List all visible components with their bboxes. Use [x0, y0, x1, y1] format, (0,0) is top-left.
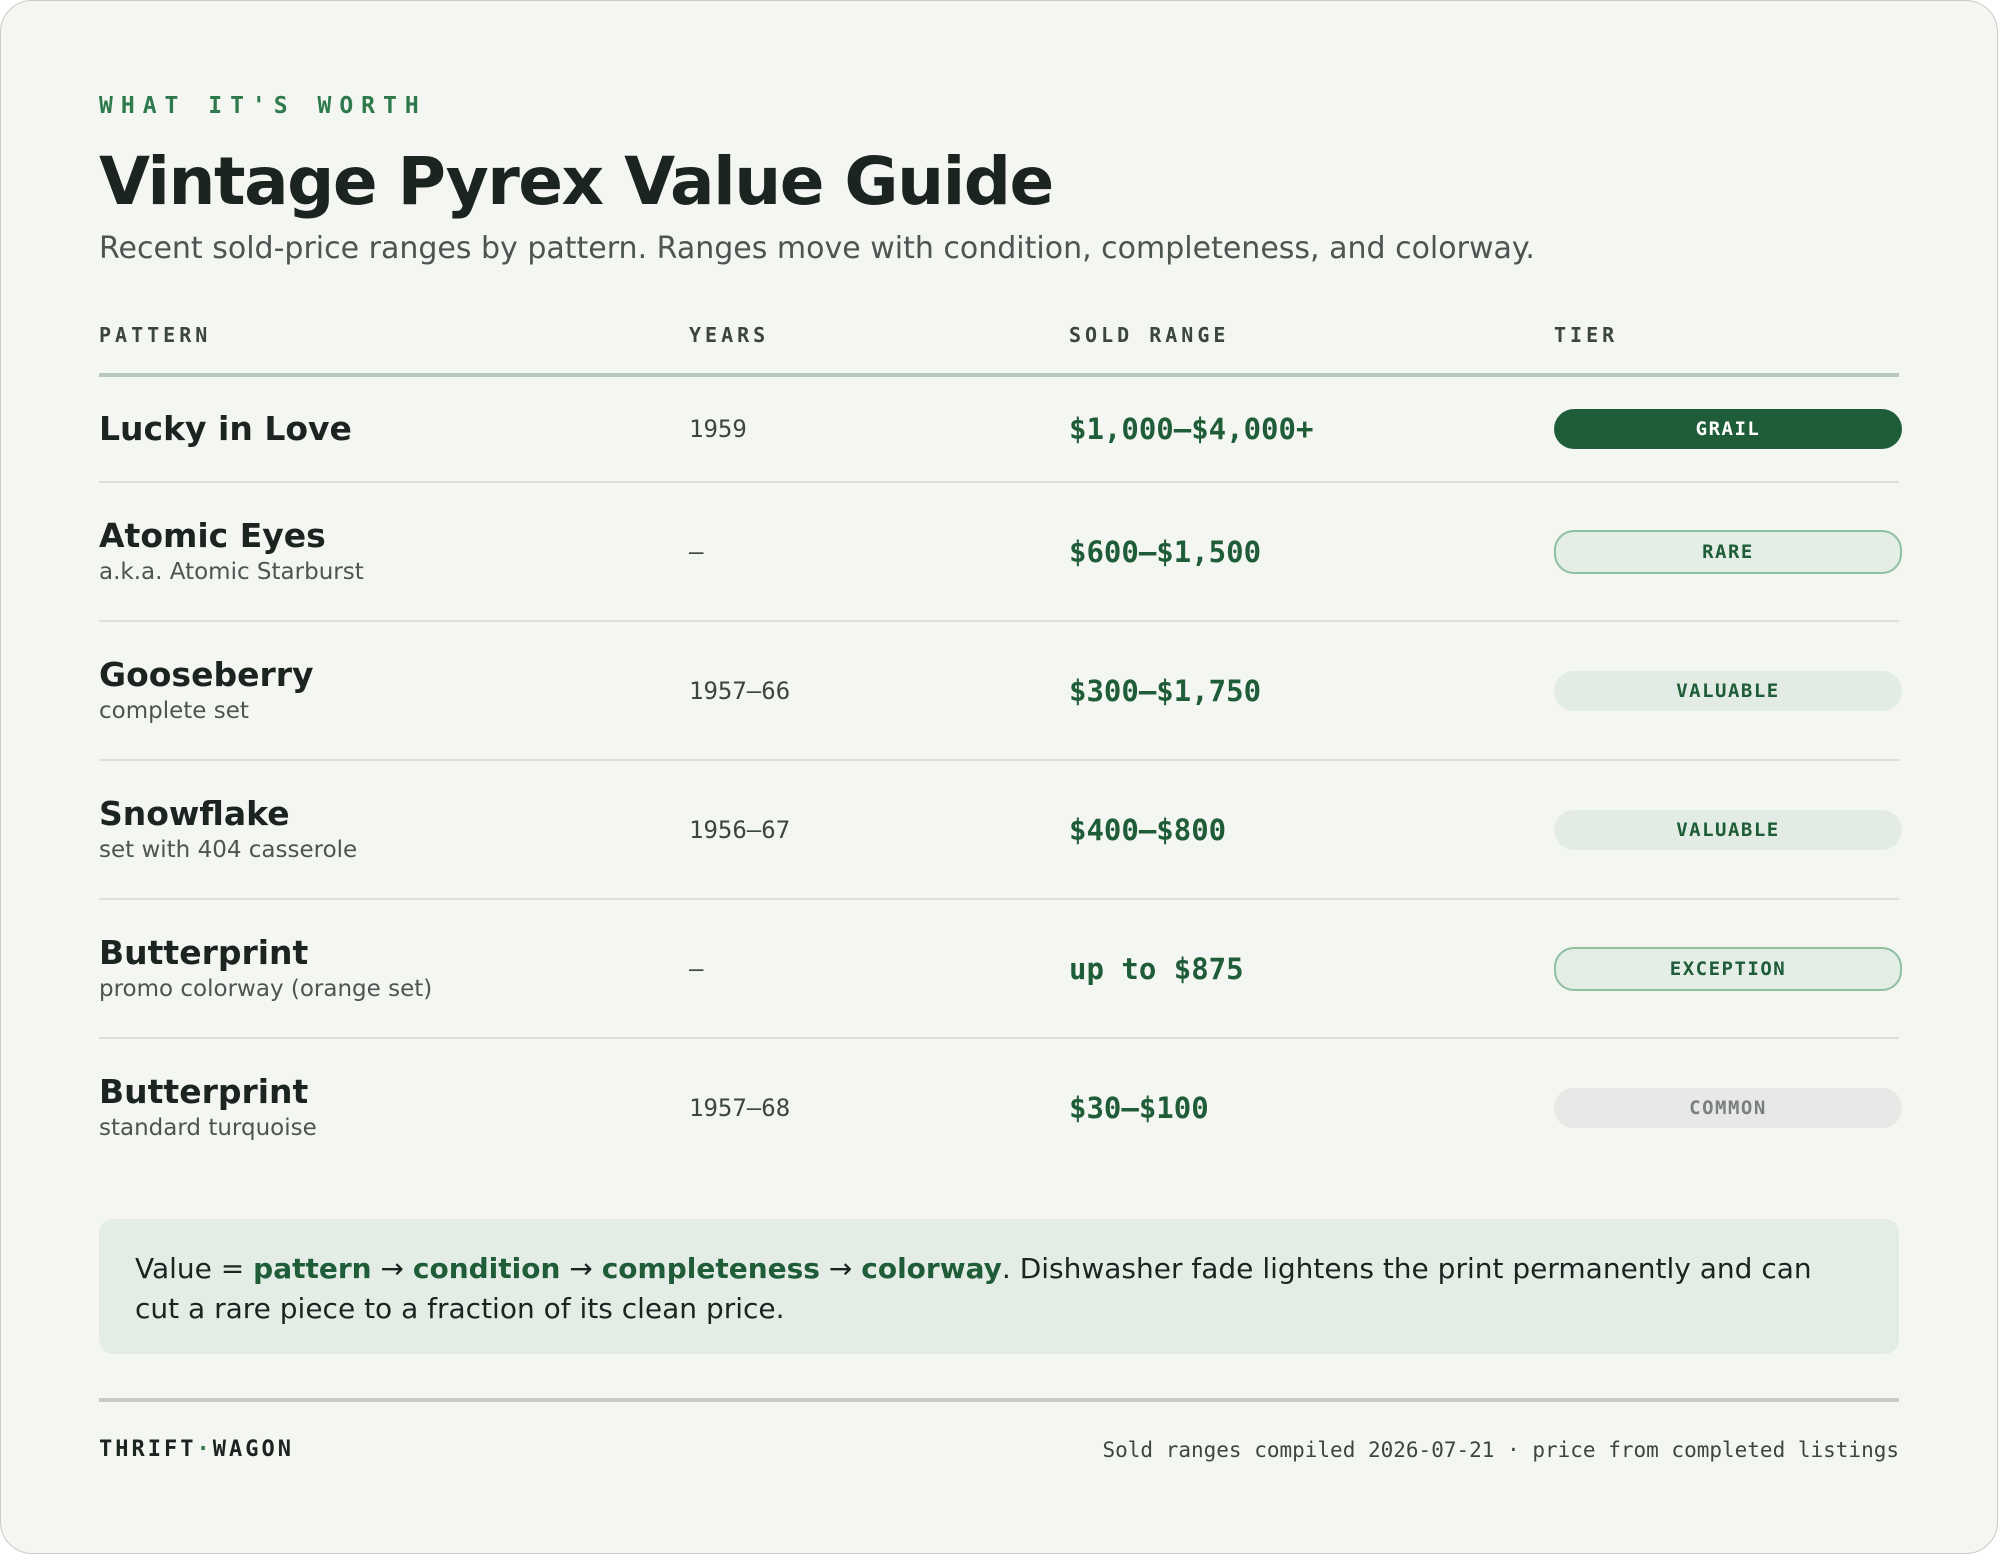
years-cell: 1959	[689, 415, 747, 443]
column-header-years: YEARS	[689, 323, 770, 347]
pattern-name: Butterprint	[99, 1071, 309, 1111]
table-row: Gooseberry complete set 1957–66 $300–$1,…	[99, 622, 1902, 761]
years-cell: 1957–68	[689, 1093, 791, 1122]
pattern-name: Lucky in Love	[99, 409, 352, 448]
tier-badge: VALUABLE	[1554, 809, 1902, 850]
compiled-date: Sold ranges compiled 2026-07-21 · price …	[1102, 1438, 1899, 1462]
brand-left: THRIFT	[99, 1437, 197, 1462]
brand-logo: THRIFT·WAGON	[99, 1437, 294, 1462]
note-arrow: →	[371, 1252, 413, 1285]
pattern-cell: Butterprint standard turquoise	[99, 1072, 317, 1144]
column-header-tier: TIER	[1554, 323, 1619, 347]
note-arrow: →	[819, 1252, 862, 1285]
column-header-pattern: PATTERN	[99, 323, 212, 347]
tier-badge: VALUABLE	[1554, 670, 1902, 711]
note-keyword-colorway: colorway	[861, 1252, 1002, 1285]
table-header: PATTERN YEARS SOLD RANGE TIER	[99, 323, 1899, 377]
sold-range-cell: $400–$800	[1069, 812, 1227, 847]
brand-dot: ·	[196, 1437, 213, 1462]
note-keyword-condition: condition	[412, 1252, 561, 1285]
tier-badge: COMMON	[1554, 1087, 1902, 1128]
sold-range-cell: $1,000–$4,000+	[1069, 412, 1314, 446]
pattern-cell: Gooseberry complete set	[99, 655, 314, 727]
years-cell: —	[689, 954, 704, 983]
pattern-name: Gooseberry	[99, 654, 314, 694]
table-row: Snowflake set with 404 casserole 1956–67…	[99, 761, 1902, 900]
sold-range-cell: up to $875	[1069, 951, 1244, 986]
table-row: Butterprint standard turquoise 1957–68 $…	[99, 1039, 1902, 1176]
pattern-note: standard turquoise	[99, 1114, 317, 1141]
page-title: Vintage Pyrex Value Guide	[99, 143, 1054, 220]
table-body: Lucky in Love 1959 $1,000–$4,000+ GRAIL …	[99, 377, 1902, 1176]
pattern-note: a.k.a. Atomic Starburst	[99, 558, 364, 585]
years-cell: 1957–66	[689, 676, 791, 705]
page-subtitle: Recent sold-price ranges by pattern. Ran…	[99, 231, 1535, 266]
note-keyword-pattern: pattern	[253, 1252, 372, 1285]
pattern-name: Butterprint	[99, 932, 309, 972]
value-note-callout: Value = pattern → condition → completene…	[99, 1219, 1899, 1354]
pattern-note: complete set	[99, 697, 249, 724]
years-cell: 1956–67	[689, 815, 791, 844]
table-row: Butterprint promo colorway (orange set) …	[99, 900, 1902, 1039]
pattern-cell: Butterprint promo colorway (orange set)	[99, 933, 432, 1005]
table-row: Atomic Eyes a.k.a. Atomic Starburst — $6…	[99, 483, 1902, 622]
footer-divider	[99, 1398, 1899, 1402]
note-arrow: →	[560, 1252, 602, 1285]
tier-badge: GRAIL	[1554, 409, 1902, 449]
pattern-note: set with 404 casserole	[99, 836, 358, 863]
pattern-cell: Lucky in Love	[99, 409, 352, 449]
brand-right: WAGON	[212, 1437, 294, 1462]
years-cell: —	[689, 537, 704, 566]
sold-range-cell: $30–$100	[1069, 1090, 1209, 1125]
pattern-name: Atomic Eyes	[99, 515, 326, 555]
pattern-note: promo colorway (orange set)	[99, 975, 433, 1002]
tier-badge: RARE	[1554, 529, 1902, 574]
note-prefix: Value =	[135, 1252, 254, 1285]
sold-range-cell: $600–$1,500	[1069, 534, 1262, 569]
sold-range-cell: $300–$1,750	[1069, 673, 1262, 708]
tier-badge: EXCEPTION	[1554, 946, 1902, 991]
column-header-sold-range: SOLD RANGE	[1069, 323, 1230, 347]
note-keyword-completeness: completeness	[601, 1252, 820, 1285]
table-row: Lucky in Love 1959 $1,000–$4,000+ GRAIL	[99, 377, 1902, 483]
eyebrow: WHAT IT'S WORTH	[99, 93, 427, 119]
pattern-cell: Snowflake set with 404 casserole	[99, 794, 357, 866]
pattern-cell: Atomic Eyes a.k.a. Atomic Starburst	[99, 516, 364, 588]
pattern-name: Snowflake	[99, 793, 290, 833]
value-guide-card: WHAT IT'S WORTH Vintage Pyrex Value Guid…	[0, 0, 1998, 1554]
